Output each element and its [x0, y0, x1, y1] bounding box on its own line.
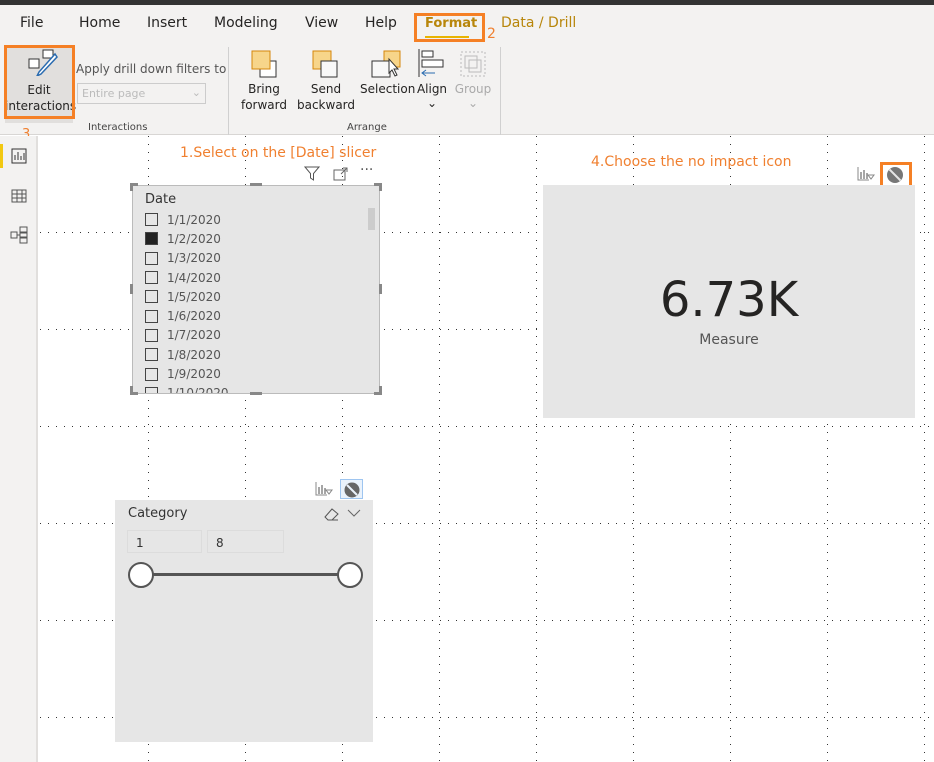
date-item-label: 1/3/2020: [167, 251, 221, 266]
selection-pane-icon: [371, 50, 401, 78]
align-icon: [418, 49, 444, 77]
tab-insert[interactable]: Insert: [147, 15, 187, 31]
apply-drill-dropdown[interactable]: Entire page ⌄: [77, 83, 206, 104]
model-view-icon[interactable]: [10, 226, 28, 244]
date-item[interactable]: 1/5/2020: [145, 287, 229, 306]
focus-mode-icon[interactable]: [333, 166, 349, 181]
send-backward-icon: [312, 50, 338, 78]
apply-drill-value: Entire page: [82, 87, 146, 100]
edit-interactions-highlight: [4, 45, 75, 119]
interactions-group-label: Interactions: [88, 122, 148, 133]
tab-help[interactable]: Help: [365, 15, 397, 31]
date-item[interactable]: 1/4/2020: [145, 268, 229, 287]
selection-button[interactable]: Selection: [360, 47, 416, 119]
checkbox[interactable]: [145, 348, 158, 362]
date-item-label: 1/2/2020: [167, 231, 221, 246]
checkbox[interactable]: [145, 271, 158, 285]
send-backward-button[interactable]: Send backward: [295, 47, 357, 119]
divider: [500, 47, 501, 135]
chevron-down-icon: ⌄: [191, 86, 201, 99]
date-item-label: 1/6/2020: [167, 309, 221, 324]
checkbox[interactable]: [145, 386, 158, 393]
tab-view[interactable]: View: [305, 15, 338, 31]
card-value: 6.73K: [659, 272, 799, 328]
max-value-input[interactable]: 8: [207, 530, 284, 553]
chevron-down-icon[interactable]: [347, 508, 361, 518]
data-view-icon[interactable]: [11, 188, 27, 204]
checkbox[interactable]: [145, 213, 158, 227]
no-impact-button[interactable]: [340, 479, 363, 499]
date-list: 1/1/2020 1/2/2020 1/3/2020 1/4/2020 1/5/2020…: [145, 210, 229, 394]
align-button[interactable]: Align ⌄: [414, 47, 450, 119]
selection-label: Selection: [360, 82, 416, 96]
date-slicer-title: Date: [145, 192, 177, 207]
min-value-input[interactable]: 1: [127, 530, 202, 553]
tab-modeling[interactable]: Modeling: [214, 15, 278, 31]
annotation-step-2: 2: [487, 26, 496, 42]
checkbox[interactable]: [145, 232, 158, 246]
scrollbar[interactable]: [368, 208, 375, 230]
bring-forward-button[interactable]: Bring forward: [236, 47, 292, 119]
tab-home[interactable]: Home: [79, 15, 120, 31]
range-track: [140, 573, 350, 576]
filter-interaction-icon[interactable]: [315, 481, 333, 497]
date-item-label: 1/7/2020: [167, 328, 221, 343]
chevron-down-icon: ⌄: [467, 96, 479, 110]
group-icon: [460, 51, 486, 77]
filter-interaction-icon[interactable]: [857, 166, 875, 182]
checkbox[interactable]: [145, 367, 158, 381]
filter-icon[interactable]: [304, 166, 320, 181]
min-slider-handle[interactable]: [128, 562, 154, 588]
date-item-label: 1/8/2020: [167, 347, 221, 362]
category-slicer-title: Category: [128, 506, 188, 521]
category-slicer[interactable]: Category 1 8: [115, 500, 373, 742]
date-item-label: 1/1/2020: [167, 212, 221, 227]
date-item-label: 1/5/2020: [167, 289, 221, 304]
arrange-group-label: Arrange: [347, 122, 387, 133]
eraser-icon[interactable]: [323, 506, 341, 522]
apply-drill-label: Apply drill down filters to: [76, 62, 227, 76]
date-item[interactable]: 1/9/2020: [145, 364, 229, 383]
checkbox[interactable]: [145, 328, 158, 342]
active-view-indicator: [0, 144, 3, 168]
annotation-step-1: 1.Select on the [Date] slicer: [180, 145, 377, 161]
no-impact-icon: [344, 482, 360, 498]
annotation-step-4: 4.Choose the no impact icon: [591, 154, 792, 170]
left-sidebar: [0, 136, 38, 762]
send-backward-label: Send backward: [296, 82, 356, 112]
date-item[interactable]: 1/8/2020: [145, 345, 229, 364]
card-label: Measure: [699, 332, 759, 348]
bring-forward-icon: [251, 50, 277, 78]
max-slider-handle[interactable]: [337, 562, 363, 588]
report-view-icon[interactable]: [11, 148, 27, 164]
group-button[interactable]: Group ⌄: [453, 47, 493, 119]
tab-file[interactable]: File: [20, 15, 43, 31]
date-item[interactable]: 1/1/2020: [145, 210, 229, 229]
date-slicer[interactable]: Date 1/1/2020 1/2/2020 1/3/2020 1/4/2020 1/5…: [132, 185, 380, 394]
no-impact-icon[interactable]: [885, 165, 905, 185]
card-visual[interactable]: 6.73K Measure: [543, 185, 915, 418]
date-item[interactable]: 1/10/2020: [145, 384, 229, 394]
date-item[interactable]: 1/6/2020: [145, 306, 229, 325]
checkbox[interactable]: [145, 309, 158, 323]
date-item[interactable]: 1/2/2020: [145, 229, 229, 248]
divider: [228, 47, 229, 135]
date-item[interactable]: 1/7/2020: [145, 326, 229, 345]
date-item-label: 1/10/2020: [167, 386, 229, 394]
date-item[interactable]: 1/3/2020: [145, 249, 229, 268]
date-item-label: 1/4/2020: [167, 270, 221, 285]
date-item-label: 1/9/2020: [167, 367, 221, 382]
checkbox[interactable]: [145, 290, 158, 304]
format-tab-highlight: [414, 13, 485, 42]
checkbox[interactable]: [145, 251, 158, 265]
more-options-icon[interactable]: ···: [360, 162, 373, 178]
bring-forward-label: Bring forward: [240, 82, 287, 112]
chevron-down-icon: ⌄: [426, 96, 438, 110]
tab-data-drill[interactable]: Data / Drill: [501, 15, 576, 31]
